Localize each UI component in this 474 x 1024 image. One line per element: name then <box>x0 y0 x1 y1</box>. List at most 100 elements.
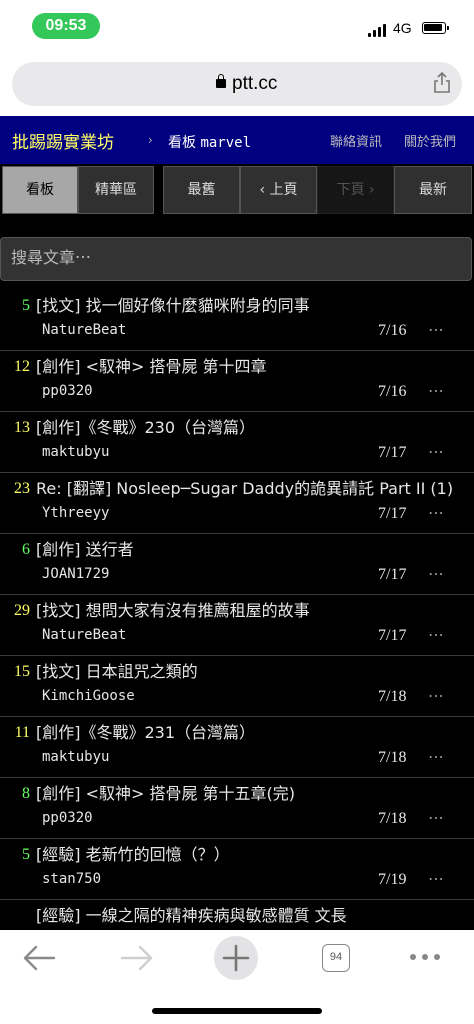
post-title-link[interactable]: [經驗] 一線之隔的精神疾病與敏感體質 文長 <box>36 904 466 928</box>
post-title-line: 12 [創作] <馭神> 搭骨屍 第十四章 <box>0 355 474 379</box>
post-more-icon[interactable]: ⋯ <box>428 381 445 400</box>
prev-page-button[interactable]: ‹ 上頁 <box>240 166 317 214</box>
post-more-icon[interactable]: ⋯ <box>428 747 445 766</box>
oldest-button[interactable]: 最舊 <box>163 166 240 214</box>
search-input[interactable] <box>0 237 472 281</box>
site-logo-link[interactable]: 批踢踢實業坊 <box>12 128 114 153</box>
recommend-count: 8 <box>22 785 30 802</box>
post-meta: KimchiGoose 7/18 ⋯ <box>0 686 474 710</box>
lock-icon <box>216 74 226 88</box>
post-row: 5 [經驗] 老新竹的回憶（？） stan750 7/19 ⋯ <box>0 839 474 900</box>
recommend-count: 13 <box>14 419 30 436</box>
post-row: 5 [找文] 找一個好像什麼貓咪附身的同事 NatureBeat 7/16 ⋯ <box>0 290 474 351</box>
forward-arrow-icon <box>120 945 153 971</box>
post-more-icon[interactable]: ⋯ <box>428 503 445 522</box>
post-meta: NatureBeat 7/17 ⋯ <box>0 625 474 649</box>
post-title-link[interactable]: [找文] 想問大家有沒有推薦租屋的故事 <box>36 599 466 623</box>
post-author: Ythreeyy <box>42 505 110 521</box>
post-title-line: 8 [創作] <馭神> 搭骨屍 第十五章(完) <box>0 782 474 806</box>
post-row: 12 [創作] <馭神> 搭骨屍 第十四章 pp0320 7/16 ⋯ <box>0 351 474 412</box>
post-title-link[interactable]: Re: [翻譯] Nosleep─Sugar Daddy的詭異請託 Part I… <box>36 477 466 501</box>
signal-icon <box>368 23 388 37</box>
post-more-icon[interactable]: ⋯ <box>428 442 445 461</box>
post-meta: pp0320 7/18 ⋯ <box>0 808 474 832</box>
post-row: 8 [創作] <馭神> 搭骨屍 第十五章(完) pp0320 7/18 ⋯ <box>0 778 474 839</box>
recommend-count: 23 <box>14 480 30 497</box>
recommend-count: 12 <box>14 358 30 375</box>
recommend-count: 5 <box>22 846 30 863</box>
post-title-line: 13 [創作]《冬戰》230（台灣篇） <box>0 416 474 440</box>
share-icon[interactable] <box>432 72 452 94</box>
address-bar[interactable]: ptt.cc <box>12 62 462 106</box>
site-header: 批踢踢實業坊 › 看板 marvel 聯絡資訊 關於我們 <box>0 116 474 164</box>
latest-button[interactable]: 最新 <box>394 166 472 214</box>
back-arrow-icon[interactable] <box>22 944 56 972</box>
post-row: 6 [創作] 送行者 JOAN1729 7/17 ⋯ <box>0 534 474 595</box>
board-prefix: 看板 <box>168 135 196 151</box>
post-row: 13 [創作]《冬戰》230（台灣篇） maktubyu 7/17 ⋯ <box>0 412 474 473</box>
post-title-line: [經驗] 一線之隔的精神疾病與敏感體質 文長 <box>0 904 474 928</box>
new-tab-button[interactable] <box>214 936 258 980</box>
post-row: 23 Re: [翻譯] Nosleep─Sugar Daddy的詭異請託 Part… <box>0 473 474 534</box>
about-link[interactable]: 關於我們 <box>404 131 456 150</box>
next-page-button: 下頁 › <box>317 166 394 214</box>
post-row: 29 [找文] 想問大家有沒有推薦租屋的故事 NatureBeat 7/17 ⋯ <box>0 595 474 656</box>
digest-button[interactable]: 精華區 <box>78 166 154 214</box>
post-author: KimchiGoose <box>42 688 135 704</box>
board-name: marvel <box>200 135 252 151</box>
post-more-icon[interactable]: ⋯ <box>428 686 445 705</box>
post-title-line: 23 Re: [翻譯] Nosleep─Sugar Daddy的詭異請託 Part… <box>0 477 474 501</box>
post-date: 7/16 <box>378 383 407 400</box>
post-title-line: 5 [經驗] 老新竹的回憶（？） <box>0 843 474 867</box>
post-more-icon[interactable]: ⋯ <box>428 808 445 827</box>
url-area: ptt.cc <box>0 58 474 116</box>
post-date: 7/17 <box>378 566 407 583</box>
post-title-link[interactable]: [找文] 日本詛咒之類的 <box>36 660 466 684</box>
post-row: 15 [找文] 日本詛咒之類的 KimchiGoose 7/18 ⋯ <box>0 656 474 717</box>
post-more-icon[interactable]: ⋯ <box>428 625 445 644</box>
board-button[interactable]: 看板 <box>2 166 78 214</box>
post-date: 7/18 <box>378 749 407 766</box>
battery-icon <box>422 22 449 34</box>
post-more-icon[interactable]: ⋯ <box>428 320 445 339</box>
recommend-count: 5 <box>22 297 30 314</box>
post-title-link[interactable]: [創作]《冬戰》231（台灣篇） <box>36 721 466 745</box>
board-nav: 看板 精華區 最舊 ‹ 上頁 下頁 › 最新 <box>0 164 474 216</box>
recommend-count: 29 <box>14 602 30 619</box>
post-title-link[interactable]: [創作] <馭神> 搭骨屍 第十五章(完) <box>36 782 466 806</box>
post-title-link[interactable]: [創作] <馭神> 搭骨屍 第十四章 <box>36 355 466 379</box>
post-meta: maktubyu 7/18 ⋯ <box>0 747 474 771</box>
board-breadcrumb[interactable]: 看板 marvel <box>168 132 251 152</box>
post-title-line: 6 [創作] 送行者 <box>0 538 474 562</box>
post-more-icon[interactable]: ⋯ <box>428 564 445 583</box>
post-title-line: 5 [找文] 找一個好像什麼貓咪附身的同事 <box>0 294 474 318</box>
tabs-button[interactable]: 94 <box>322 944 350 972</box>
post-meta: stan750 7/19 ⋯ <box>0 869 474 893</box>
post-date: 7/17 <box>378 627 407 644</box>
post-title-link[interactable]: [創作]《冬戰》230（台灣篇） <box>36 416 466 440</box>
post-date: 7/17 <box>378 505 407 522</box>
more-options-icon[interactable] <box>408 952 442 962</box>
post-title-line: 11 [創作]《冬戰》231（台灣篇） <box>0 721 474 745</box>
post-author: pp0320 <box>42 810 93 826</box>
contact-link[interactable]: 聯絡資訊 <box>330 131 382 150</box>
recommend-count: 6 <box>22 541 30 558</box>
post-author: stan750 <box>42 871 102 887</box>
url-domain: ptt.cc <box>232 73 278 94</box>
post-meta: NatureBeat 7/16 ⋯ <box>0 320 474 344</box>
network-type: 4G <box>393 20 412 36</box>
post-title-link[interactable]: [找文] 找一個好像什麼貓咪附身的同事 <box>36 294 466 318</box>
post-title-link[interactable]: [經驗] 老新竹的回憶（？） <box>36 843 466 867</box>
browser-toolbar: 94 <box>0 930 474 1024</box>
post-date: 7/17 <box>378 444 407 461</box>
post-meta: maktubyu 7/17 ⋯ <box>0 442 474 466</box>
post-list: 5 [找文] 找一個好像什麼貓咪附身的同事 NatureBeat 7/16 ⋯ 12 [創作… <box>0 290 474 930</box>
post-title-line: 29 [找文] 想問大家有沒有推薦租屋的故事 <box>0 599 474 623</box>
post-more-icon[interactable]: ⋯ <box>428 869 445 888</box>
post-row: [經驗] 一線之隔的精神疾病與敏感體質 文長⋯ <box>0 900 474 930</box>
home-indicator <box>152 1008 322 1014</box>
post-meta: JOAN1729 7/17 ⋯ <box>0 564 474 588</box>
post-meta: Ythreeyy 7/17 ⋯ <box>0 503 474 527</box>
post-title-link[interactable]: [創作] 送行者 <box>36 538 466 562</box>
post-author: JOAN1729 <box>42 566 110 582</box>
